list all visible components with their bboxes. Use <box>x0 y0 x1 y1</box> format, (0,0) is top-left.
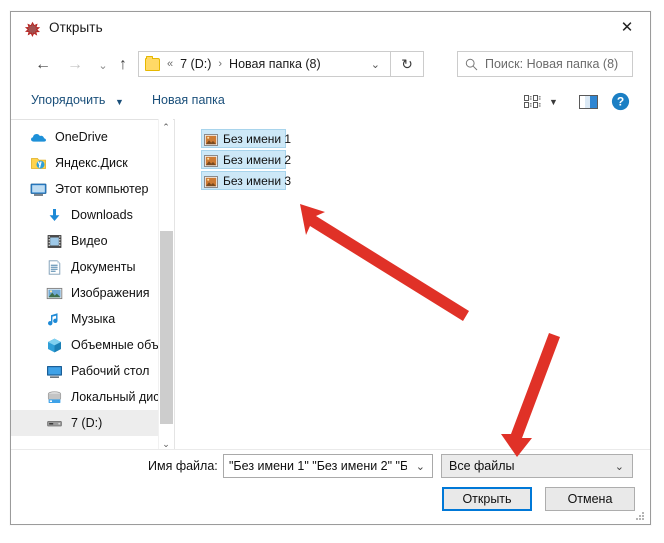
this-pc-icon <box>30 181 47 198</box>
breadcrumb-prefix: « <box>167 58 174 70</box>
image-file-icon <box>204 154 218 167</box>
app-leaf-icon <box>24 21 41 38</box>
filename-label: Имя файла: <box>148 459 218 473</box>
scroll-up-icon[interactable]: ⌃ <box>159 119 173 135</box>
3d-objects-icon <box>46 337 63 354</box>
title-bar: Открыть ✕ <box>11 12 650 45</box>
sidebar-item[interactable]: Видео <box>11 228 158 254</box>
organize-button[interactable]: Упорядочить <box>31 93 105 107</box>
chevron-down-icon[interactable]: ⌄ <box>371 58 380 71</box>
documents-icon <box>46 259 63 276</box>
sidebar-item[interactable]: 7 (D:) <box>11 410 158 436</box>
sidebar-item-label: Изображения <box>71 286 150 300</box>
command-bar: Упорядочить ▼ Новая папка ▼ ? <box>11 85 650 120</box>
drive-icon <box>46 415 63 432</box>
preview-pane-icon[interactable] <box>579 94 598 110</box>
yandex-disk-icon <box>30 155 47 172</box>
sidebar-item-label: Видео <box>71 234 108 248</box>
chevron-down-icon[interactable]: ⌄ <box>416 460 425 473</box>
file-list-item[interactable]: Без имени 3 <box>201 171 291 190</box>
dialog-body: OneDrive Яндекс.Диск Этот компьютер Downloa… <box>11 119 650 452</box>
sidebar-item[interactable]: Яндекс.Диск <box>11 150 158 176</box>
sidebar-item-label: Рабочий стол <box>71 364 150 378</box>
filename-input[interactable]: "Без имени 1" "Без имени 2" "Без ⌄ <box>223 454 433 478</box>
navigation-pane: OneDrive Яндекс.Диск Этот компьютер Downloa… <box>11 119 158 452</box>
search-box[interactable]: Поиск: Новая папка (8) <box>457 51 633 77</box>
file-list-item[interactable]: Без имени 1 <box>201 129 291 148</box>
sidebar-item[interactable]: Музыка <box>11 306 158 332</box>
chevron-down-icon[interactable]: ▼ <box>549 97 558 107</box>
breadcrumb-segment-drive[interactable]: 7 (D:) <box>180 57 211 71</box>
filetype-value: Все файлы <box>449 459 515 473</box>
sidebar-item-label: Этот компьютер <box>55 182 149 196</box>
back-button[interactable]: ← <box>31 53 55 77</box>
dialog-title: Открыть <box>49 20 103 35</box>
sidebar-item[interactable]: OneDrive <box>11 124 158 150</box>
open-button[interactable]: Открыть <box>442 487 532 511</box>
sidebar-item[interactable]: Документы <box>11 254 158 280</box>
file-name-label: Без имени 2 <box>223 152 292 167</box>
sidebar-item-label: Объемные объ <box>71 338 158 352</box>
chevron-down-icon[interactable]: ▼ <box>115 97 124 107</box>
scrollbar-thumb[interactable] <box>160 231 173 424</box>
folder-icon <box>145 55 160 71</box>
cancel-button[interactable]: Отмена <box>545 487 635 511</box>
file-list[interactable]: Без имени 1 Без имени 2 Без имени 3 <box>175 119 650 452</box>
sidebar-item-label: Музыка <box>71 312 116 326</box>
music-icon <box>46 311 63 328</box>
image-file-icon <box>204 133 218 146</box>
sidebar-item[interactable]: Локальный дис <box>11 384 158 410</box>
local-disk-icon <box>46 389 63 406</box>
sidebar-item-label: Локальный дис <box>71 390 158 404</box>
file-name-label: Без имени 3 <box>223 173 292 188</box>
sidebar-item-label: OneDrive <box>55 130 108 144</box>
pictures-icon <box>46 285 63 302</box>
sidebar-item-label: 7 (D:) <box>71 416 103 430</box>
file-list-item[interactable]: Без имени 2 <box>201 150 291 169</box>
image-file-icon <box>204 175 218 188</box>
downloads-icon <box>46 207 63 224</box>
sidebar-item[interactable]: Этот компьютер <box>11 176 158 202</box>
filename-value: "Без имени 1" "Без имени 2" "Без <box>229 459 407 473</box>
sidebar-item-label: Яндекс.Диск <box>55 156 128 170</box>
videos-icon <box>46 233 63 250</box>
sidebar-item[interactable]: Объемные объ <box>11 332 158 358</box>
search-input[interactable]: Поиск: Новая папка (8) <box>485 57 618 71</box>
up-button[interactable]: ↑ <box>111 53 135 77</box>
open-file-dialog: Открыть ✕ ← → ⌄ ↑ « 7 (D:) › Новая папка… <box>10 11 651 525</box>
breadcrumb-separator: › <box>218 58 223 70</box>
sidebar-item[interactable]: Изображения <box>11 280 158 306</box>
svg-text:?: ? <box>617 95 624 109</box>
refresh-button[interactable]: ↻ <box>391 51 424 77</box>
dialog-footer: Имя файла: "Без имени 1" "Без имени 2" "… <box>11 449 650 524</box>
search-icon <box>465 58 478 71</box>
file-name-label: Без имени 1 <box>223 131 292 146</box>
navigation-bar: ← → ⌄ ↑ « 7 (D:) › Новая папка (8) ⌄ ↻ П… <box>11 45 650 85</box>
address-bar[interactable]: « 7 (D:) › Новая папка (8) ⌄ <box>138 51 391 77</box>
breadcrumb-segment-folder[interactable]: Новая папка (8) <box>229 57 321 71</box>
sidebar-item-label: Документы <box>71 260 136 274</box>
filetype-dropdown[interactable]: Все файлы ⌄ <box>441 454 633 478</box>
help-icon[interactable]: ? <box>611 92 630 111</box>
sidebar-item[interactable]: Рабочий стол <box>11 358 158 384</box>
sidebar-item-label: Downloads <box>71 208 133 222</box>
onedrive-cloud-icon <box>30 129 47 146</box>
new-folder-button[interactable]: Новая папка <box>152 93 225 107</box>
desktop-icon <box>46 363 63 380</box>
chevron-down-icon[interactable]: ⌄ <box>615 460 624 473</box>
sidebar-item[interactable]: Downloads <box>11 202 158 228</box>
close-icon[interactable]: ✕ <box>604 12 650 43</box>
forward-button[interactable]: → <box>63 53 87 77</box>
navigation-pane-scrollbar[interactable]: ⌃ ⌄ <box>158 119 173 452</box>
resize-grip[interactable] <box>634 509 646 521</box>
view-options-icon[interactable] <box>524 94 542 110</box>
